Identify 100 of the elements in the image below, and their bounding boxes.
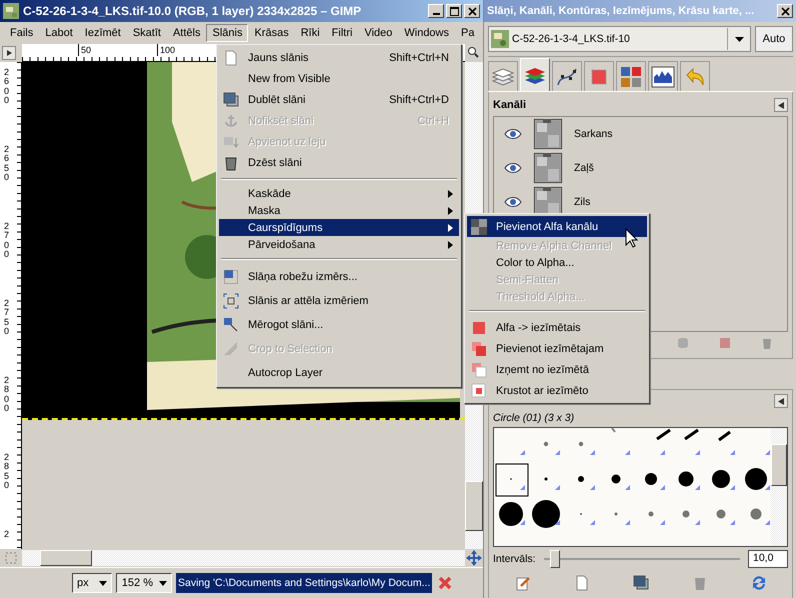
- dropdown-arrow-icon: [159, 580, 167, 586]
- histo-icon: [651, 64, 675, 88]
- ruler-label: 2750: [4, 299, 10, 338]
- eye-icon[interactable]: [504, 197, 522, 207]
- minimize-button[interactable]: [428, 4, 444, 18]
- channel-thumbnail: [534, 153, 562, 183]
- menu-item[interactable]: Slāņa robežu izmērs...: [219, 265, 459, 289]
- auto-button[interactable]: Auto: [755, 26, 793, 52]
- menu-item[interactable]: Dublēt slāni Shift+Ctrl+D: [219, 89, 459, 110]
- dropdown-arrow-icon: [99, 580, 107, 586]
- new-page-icon[interactable]: [574, 575, 590, 591]
- minimize-icon: [432, 13, 440, 15]
- channel-row[interactable]: Sarkans: [494, 117, 787, 151]
- menu-item[interactable]: Krustot ar iezīmēto: [467, 380, 647, 401]
- menu-item[interactable]: Pievienot iezīmētajam: [467, 338, 647, 359]
- zoom-dropdown[interactable]: 152 %: [116, 573, 172, 593]
- panel-title: Kanāli: [493, 99, 526, 111]
- triangle-icon: [778, 102, 784, 108]
- selection-icon: [471, 320, 487, 336]
- channel-name: Zils: [574, 196, 590, 208]
- vertical-scrollbar[interactable]: [771, 428, 787, 546]
- layers-tab[interactable]: [488, 61, 518, 91]
- close-button[interactable]: [777, 4, 793, 18]
- triangle-icon: [5, 49, 13, 57]
- mouse-pointer-icon: [625, 228, 638, 248]
- channel-thumbnail: [534, 119, 562, 149]
- ruler-label: 2600: [4, 68, 10, 108]
- menu-item[interactable]: Alfa -> iezīmētais: [467, 317, 647, 338]
- interval-field[interactable]: 10,0: [748, 550, 788, 568]
- menu-item[interactable]: Izņemt no iezīmētā: [467, 359, 647, 380]
- menu-item[interactable]: Filtri: [326, 24, 358, 42]
- menu-item[interactable]: Rīki: [294, 24, 326, 42]
- ruler-label: 2650: [4, 145, 10, 184]
- close-icon: [780, 6, 790, 16]
- menu-item[interactable]: Krāsas: [248, 24, 295, 42]
- selection-icon: [471, 340, 487, 356]
- menu-item[interactable]: Color to Alpha...: [467, 254, 647, 271]
- move-arrows-icon[interactable]: [466, 550, 482, 566]
- menu-item[interactable]: Windows: [398, 24, 455, 42]
- menu-item[interactable]: Pievienot Alfa kanālu: [467, 216, 647, 237]
- cancel-icon[interactable]: [438, 576, 452, 590]
- status-message: Saving 'C:\Documents and Settings\karlo\My Docum...: [176, 573, 432, 593]
- maximize-button[interactable]: [446, 4, 462, 18]
- menu-item[interactable]: Video: [358, 24, 398, 42]
- scale-icon: [223, 317, 239, 333]
- selection-icon: [471, 362, 487, 378]
- menu-item[interactable]: Kaskāde: [219, 185, 459, 202]
- ruler-label: 2800: [4, 376, 10, 416]
- menu-item[interactable]: Mērogot slāni...: [219, 313, 459, 337]
- page-icon: [223, 50, 239, 66]
- menu-arrow-button[interactable]: [2, 46, 16, 60]
- menu-item[interactable]: Fails: [4, 24, 40, 42]
- channel-name: Zaļš: [574, 162, 594, 174]
- eye-icon[interactable]: [504, 129, 522, 139]
- histo-tab[interactable]: [648, 61, 678, 91]
- horizontal-scrollbar[interactable]: [22, 550, 465, 566]
- menu-item[interactable]: Pārveidošana: [219, 236, 459, 253]
- fit-icon: [223, 293, 239, 309]
- channel-name: Sarkans: [574, 128, 613, 140]
- menu-item[interactable]: Dzēst slāni: [219, 152, 459, 173]
- menu-item[interactable]: Caurspīdīgums: [219, 219, 459, 236]
- menu-item[interactable]: Pa: [455, 24, 480, 42]
- menu-item[interactable]: Maska: [219, 202, 459, 219]
- dropdown-arrow-icon: [734, 36, 744, 42]
- edit-icon[interactable]: [514, 575, 530, 591]
- window-title: Slāņi, Kanāli, Kontūras, Iezīmējums, Krāsu karte, ...: [487, 5, 756, 17]
- panel-menu-button[interactable]: [774, 98, 788, 112]
- menu-item[interactable]: Slānis: [206, 24, 248, 42]
- menu-item[interactable]: New from Visible: [219, 68, 459, 89]
- menu-item[interactable]: Slānis ar attēla izmēriem: [219, 289, 459, 313]
- colors-tab[interactable]: [616, 61, 646, 91]
- selection-icon: [471, 382, 487, 398]
- unit-dropdown[interactable]: px: [72, 573, 112, 593]
- refresh-icon[interactable]: [750, 575, 766, 591]
- duplicate-icon[interactable]: [632, 575, 648, 591]
- submenu-arrow-icon: [448, 224, 453, 232]
- anchor-icon: [223, 112, 239, 128]
- submenu-arrow-icon: [448, 240, 453, 248]
- window-title: C-52-26-1-3-4_LKS.tif-10.0 (RGB, 1 layer) 2334x2825 – GIMP: [23, 4, 362, 18]
- interval-slider[interactable]: [544, 550, 740, 568]
- eye-icon[interactable]: [504, 163, 522, 173]
- close-button[interactable]: [464, 4, 480, 18]
- resize-icon: [223, 269, 239, 285]
- menu-item[interactable]: Attēls: [166, 24, 206, 42]
- ruler-label: 2: [4, 530, 10, 541]
- submenu-arrow-icon: [448, 206, 453, 214]
- paths-tab[interactable]: [552, 61, 582, 91]
- channels-tab[interactable]: [520, 58, 550, 91]
- ruler-label: 2700: [4, 222, 10, 262]
- ruler-label: 50: [78, 44, 157, 56]
- maximize-icon: [450, 6, 458, 16]
- panel-menu-button[interactable]: [774, 394, 788, 408]
- menu-item[interactable]: Labot: [39, 24, 79, 42]
- zoom-icon[interactable]: [465, 44, 481, 60]
- checkerboard-icon: [471, 218, 487, 234]
- channel-row[interactable]: Zaļš: [494, 151, 787, 185]
- image-dropdown[interactable]: C-52-26-1-3-4_LKS.tif-10: [488, 26, 751, 52]
- menu-item[interactable]: Iezīmēt: [78, 24, 127, 42]
- ruler-label: 2850: [4, 453, 10, 492]
- menu-item[interactable]: Skatīt: [126, 24, 167, 42]
